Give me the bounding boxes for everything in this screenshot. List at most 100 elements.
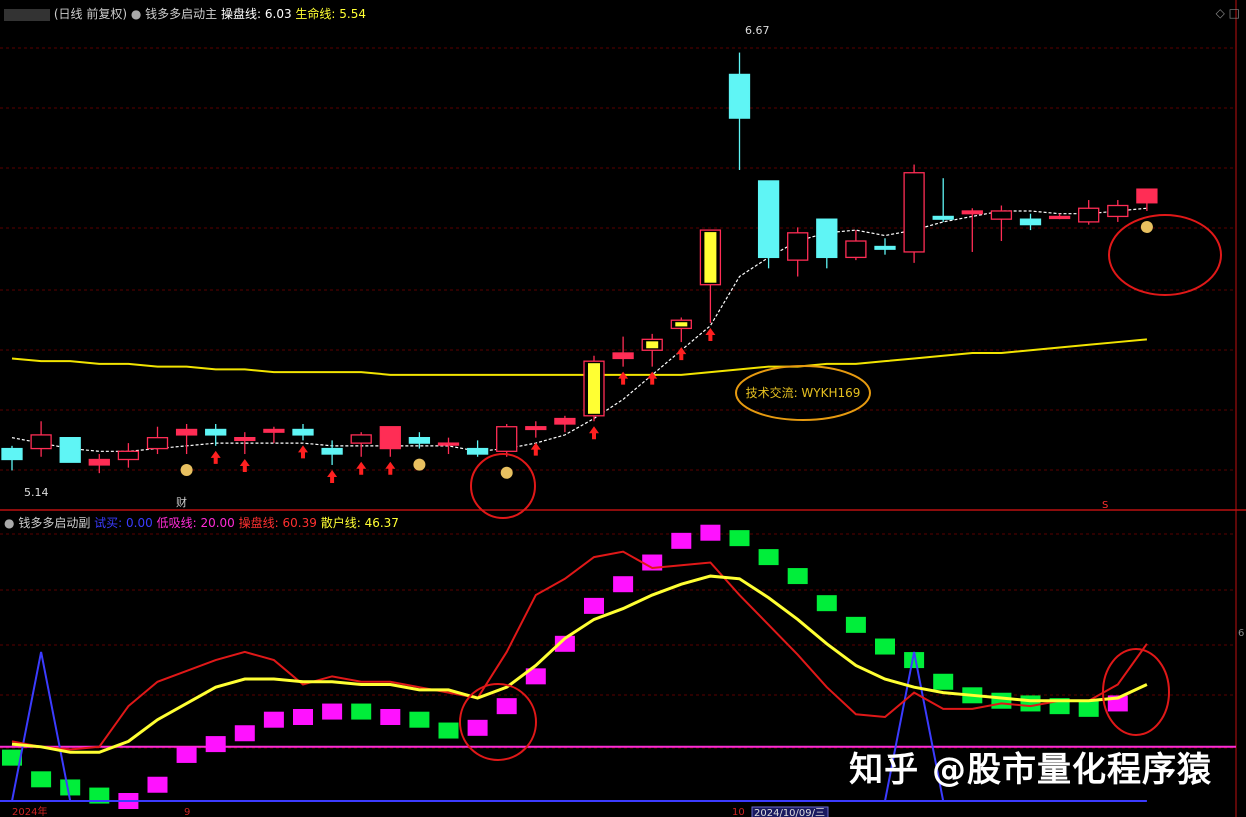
stock-chart: 6.67 5.14 财 S 6 技术交流: WYKH169 2024年 9 10 2024/10/… [0, 0, 1246, 817]
indicator-bar [700, 524, 721, 541]
candle-body [117, 450, 140, 461]
chart-background [0, 0, 1246, 817]
candle-body [205, 428, 227, 436]
candle-body [1048, 215, 1071, 220]
candle-body [1078, 207, 1100, 223]
try-buy-value: 0.00 [126, 516, 153, 530]
candle-body [612, 352, 634, 360]
candle-body [437, 442, 460, 446]
candle-body [757, 180, 780, 259]
retail-value: 46.37 [364, 516, 399, 530]
indicator-bar [496, 698, 517, 715]
indicator-bar [467, 719, 488, 736]
indicator-bar [613, 576, 634, 593]
indicator-bar [176, 746, 197, 763]
candle-body [146, 436, 169, 450]
window-controls: ◇ □ [1216, 6, 1240, 20]
candle-body [990, 210, 1013, 220]
indicator-bar [205, 736, 226, 753]
indicator-bar [1020, 695, 1041, 712]
candle-body [554, 417, 576, 425]
date-label: 10 [732, 807, 745, 817]
candle-body [1107, 204, 1129, 218]
candle-body [1019, 218, 1042, 226]
stock-name-blurred [4, 8, 50, 21]
diamond-icon[interactable]: ◇ [1216, 6, 1225, 20]
money-bag-icon [413, 458, 426, 471]
candle-body [59, 436, 81, 463]
indicator-bar [322, 703, 343, 720]
watermark: 知乎 @股市量化程序猿 [849, 750, 1212, 790]
candle-body [292, 428, 314, 436]
indicator-bar [729, 530, 750, 547]
candle-body [816, 218, 838, 259]
try-buy-label: 试买: [94, 516, 123, 530]
candle-body [379, 426, 401, 450]
indicator-bar [293, 708, 313, 725]
candle-highlight [675, 322, 688, 327]
candle-body [1, 447, 23, 461]
indicator-bar [875, 638, 895, 655]
bottom-header: ● 钱多多启动副 试买: 0.00 低吸线: 20.00 操盘线: 60.39 … [4, 514, 399, 531]
date-label: 2024年 [12, 805, 47, 817]
candle-body [408, 436, 431, 444]
indicator-bar [584, 597, 604, 614]
indicator-name[interactable]: 钱多多启动主 [145, 7, 217, 21]
indicator-bar [1078, 700, 1099, 717]
candle-body [175, 428, 198, 436]
indicator-bar [438, 722, 459, 739]
indicator-bar [263, 711, 284, 728]
candle-body [961, 210, 983, 215]
date-label: 9 [184, 807, 190, 817]
date-box-label: 2024/10/09/三 [754, 808, 825, 817]
money-bag-icon [500, 466, 513, 479]
candle-body [466, 447, 489, 455]
indicator-bar [380, 708, 401, 725]
period-label: (日线 前复权) [53, 7, 128, 21]
candle-highlight [646, 341, 659, 349]
indicator-bar [31, 771, 52, 788]
high-price-label: 6.67 [745, 24, 770, 37]
money-bag-icon [180, 464, 193, 477]
low-buy-value: 20.00 [200, 516, 235, 530]
right-edge-label: 6 [1238, 628, 1244, 639]
indicator-bar [816, 595, 837, 612]
line1-value: 6.03 [264, 7, 292, 21]
operate-label: 操盘线: [238, 516, 279, 530]
candle-highlight [588, 363, 600, 414]
candle-body [496, 426, 518, 452]
indicator-toggle-icon[interactable]: ● [131, 7, 141, 21]
indicator-bar [758, 549, 779, 566]
indicator-bar [147, 776, 168, 793]
cai-marker: 财 [176, 495, 187, 509]
candle-body [350, 434, 372, 444]
candle-body [728, 73, 751, 119]
indicator-bar [933, 673, 954, 690]
indicator-bar [409, 711, 430, 728]
candle-body [903, 172, 925, 253]
candle-body [845, 240, 867, 259]
indicator-bar [60, 779, 81, 796]
s-marker: S [1102, 500, 1108, 511]
candle-body [30, 434, 52, 450]
sub-indicator-name[interactable]: 钱多多启动副 [18, 516, 90, 530]
low-buy-label: 低吸线: [156, 516, 197, 530]
candle-body [874, 245, 896, 250]
low-price-label: 5.14 [24, 486, 49, 499]
line2-value: 5.54 [339, 7, 367, 21]
indicator-bar [234, 725, 255, 742]
candle-body [787, 232, 809, 261]
indicator-toggle-icon[interactable]: ● [4, 516, 14, 530]
candle-body [321, 447, 343, 455]
retail-label: 散户线: [320, 516, 361, 530]
indicator-bar [991, 692, 1012, 709]
line1-label: 操盘线: [221, 7, 262, 21]
candle-body [234, 436, 256, 442]
top-header: (日线 前复权) ● 钱多多启动主 操盘线: 6.03 生命线: 5.54 [4, 5, 366, 22]
candle-body [88, 458, 110, 466]
close-icon[interactable]: □ [1229, 6, 1240, 20]
candle-body [263, 428, 285, 433]
money-bag-icon [1140, 220, 1153, 233]
indicator-bar [787, 568, 808, 585]
indicator-bar [671, 532, 692, 549]
